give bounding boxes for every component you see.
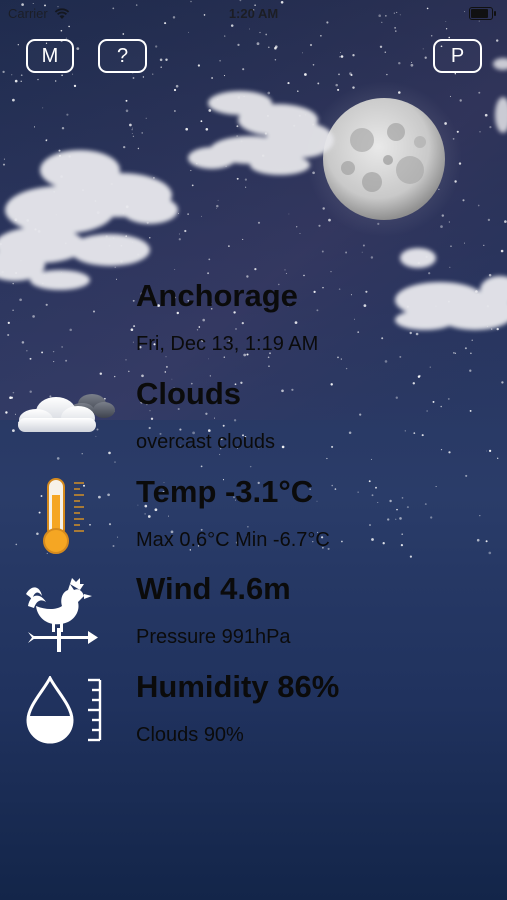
clouds-value: Clouds 90% [136,724,244,746]
temperature-range: Max 0.6°C Min -6.7°C [136,529,330,551]
humidity-title: Humidity 86% [136,669,340,704]
water-drop-gauge-icon [26,676,102,744]
battery-icon [469,7,496,20]
status-bar: Carrier 1:20 AM [0,0,507,28]
p-button[interactable]: P [433,39,482,73]
condition-title: Clouds [136,376,242,411]
status-time: 1:20 AM [228,6,279,21]
date-time: Fri, Dec 13, 1:19 AM [136,333,319,355]
thermometer-icon [43,478,84,554]
temperature-title: Temp -3.1°C [136,474,314,509]
condition-description: overcast clouds [136,431,275,453]
moon-icon [323,98,445,220]
cloud-moon-icon [18,394,115,432]
weathervane-rooster-icon [26,578,98,652]
pressure-value: Pressure 991hPa [136,626,291,648]
city-name: Anchorage [136,278,298,313]
wind-title: Wind 4.6m [136,571,291,606]
m-button[interactable]: M [26,39,74,73]
help-button[interactable]: ? [98,39,147,73]
